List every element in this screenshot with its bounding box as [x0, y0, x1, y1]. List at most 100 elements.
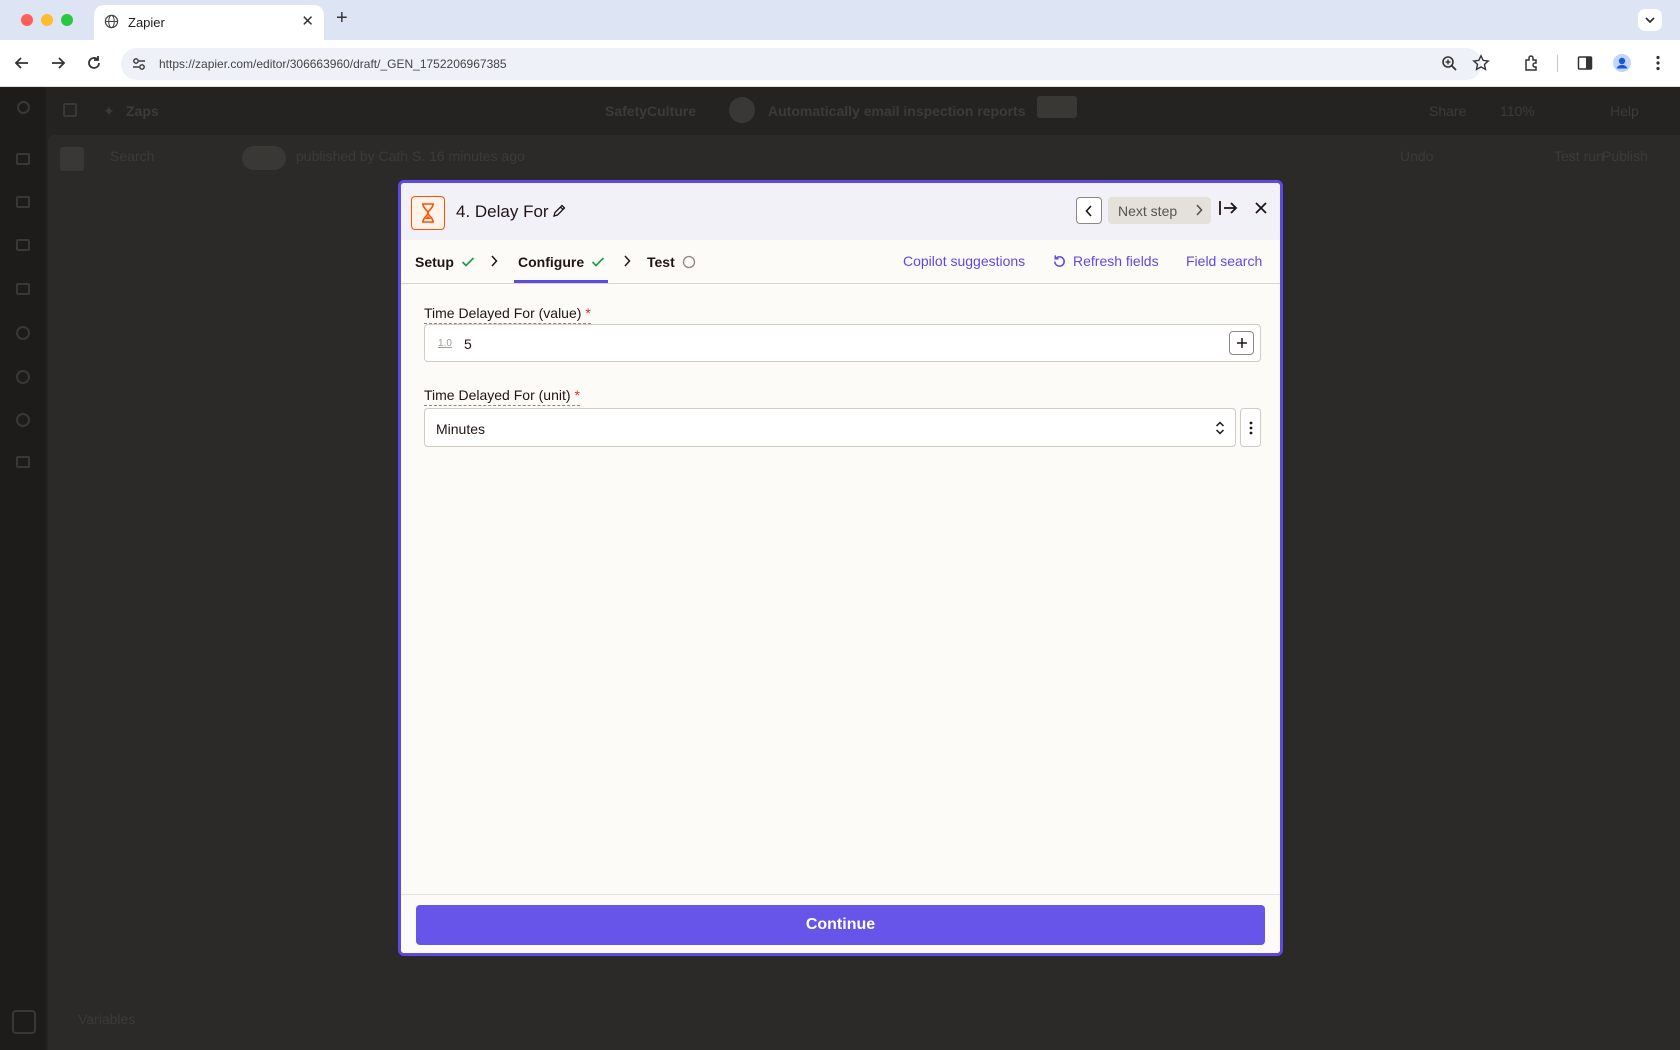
modal-header: 4. Delay For Next step: [401, 183, 1280, 240]
close-window-icon[interactable]: [21, 14, 33, 26]
tab-setup[interactable]: Setup: [415, 240, 475, 283]
nav-zaps-label: Zaps: [126, 103, 159, 119]
test-run-button: Test run: [1554, 148, 1604, 164]
unit-field-label-text: Time Delayed For (unit): [424, 387, 571, 403]
check-icon: [592, 256, 605, 267]
zoom-level: 110%: [1500, 103, 1535, 119]
value-field-label: Time Delayed For (value) *: [424, 305, 591, 324]
unit-field-label: Time Delayed For (unit) *: [424, 387, 580, 406]
globe-icon: [104, 14, 119, 34]
tab-test[interactable]: Test: [647, 240, 696, 283]
chevron-left-icon: [1085, 204, 1092, 217]
browser-tab[interactable]: Zapier ✕: [94, 5, 324, 40]
forward-icon[interactable]: [47, 52, 69, 74]
back-icon[interactable]: [11, 52, 33, 74]
refresh-icon[interactable]: [1052, 254, 1067, 274]
insert-data-button[interactable]: [1229, 331, 1254, 355]
site-settings-icon[interactable]: [131, 56, 147, 77]
undo-button: Undo: [1400, 148, 1434, 164]
account-nav-icon: [12, 1010, 36, 1034]
next-step-button[interactable]: Next step: [1108, 197, 1211, 224]
help-button: Help: [1610, 103, 1639, 119]
variables-button: Variables: [78, 1011, 136, 1027]
apps-nav-icon: [16, 370, 30, 384]
time-delay-value: 5: [464, 336, 472, 352]
hourglass-icon: [411, 196, 445, 230]
continue-button[interactable]: Continue: [416, 905, 1265, 945]
safetyculture-app-icon: [729, 97, 755, 123]
reload-icon[interactable]: [83, 52, 105, 74]
previous-step-button[interactable]: [1076, 197, 1102, 224]
left-nav-rail: [0, 87, 46, 1050]
address-bar[interactable]: https://zapier.com/editor/306663960/draf…: [121, 48, 1482, 80]
check-icon: [461, 256, 474, 267]
active-tab-indicator: [514, 280, 608, 283]
draft-badge: [1037, 96, 1077, 118]
up-down-chevron-icon: [1215, 421, 1225, 435]
zap-bolt-icon: ✦: [103, 103, 115, 119]
time-delay-value-input[interactable]: 1.0 5: [424, 324, 1261, 362]
discover-nav-icon: [16, 413, 30, 427]
new-tab-icon[interactable]: +: [336, 7, 348, 30]
tables-nav-icon: [16, 196, 30, 208]
pending-circle-icon: [682, 255, 695, 268]
breadcrumb-app: SafetyCulture: [605, 103, 697, 119]
chevron-right-icon: [1196, 204, 1203, 216]
zoom-window-icon[interactable]: [61, 14, 73, 26]
step-tabs: Setup Configure Test Copilot suggestions…: [401, 240, 1280, 284]
canvas-toggle-icon: [60, 147, 84, 171]
browser-menu-icon[interactable]: [1647, 52, 1669, 74]
time-delay-unit-select[interactable]: Minutes: [424, 408, 1236, 447]
tab-configure[interactable]: Configure: [518, 240, 605, 283]
tab-test-label: Test: [647, 253, 675, 270]
zoom-icon[interactable]: [1438, 52, 1460, 74]
history-nav-icon: [16, 326, 30, 340]
close-tab-icon[interactable]: ✕: [301, 12, 314, 30]
profile-avatar-icon[interactable]: [1611, 52, 1633, 74]
tab-search-button[interactable]: [1638, 9, 1662, 31]
zaps-nav-icon: [16, 153, 30, 165]
copilot-suggestions-link[interactable]: Copilot suggestions: [903, 253, 1025, 269]
step-title: 4. Delay For: [456, 202, 549, 221]
home-nav-icon: [16, 456, 30, 468]
interfaces-nav-icon: [16, 239, 30, 251]
browser-tab-title: Zapier: [128, 15, 165, 30]
publish-button: Publish: [1602, 148, 1648, 164]
refresh-fields-link[interactable]: Refresh fields: [1073, 253, 1159, 269]
kebab-menu-icon: [1249, 421, 1252, 434]
close-modal-icon[interactable]: [1254, 201, 1268, 220]
pencil-icon[interactable]: [552, 204, 566, 223]
chatbots-nav-icon: [16, 283, 30, 295]
tab-configure-label: Configure: [518, 253, 585, 270]
breadcrumb-zap-name: Automatically email inspection reports: [768, 103, 1026, 119]
minimize-window-icon[interactable]: [41, 14, 53, 26]
toolbar-divider: [1557, 55, 1558, 72]
extensions-icon[interactable]: [1521, 52, 1543, 74]
browser-toolbar: https://zapier.com/editor/306663960/draf…: [0, 40, 1680, 87]
required-marker: *: [574, 387, 580, 403]
field-search-link[interactable]: Field search: [1186, 253, 1262, 269]
apps-grid-icon: [63, 103, 77, 117]
step-editor-modal: 4. Delay For Next step Setup Configure T…: [398, 180, 1283, 956]
canvas-search: Search: [110, 148, 155, 164]
url-text: https://zapier.com/editor/306663960/draf…: [159, 57, 507, 71]
required-marker: *: [585, 305, 591, 321]
chevron-right-icon: [624, 255, 631, 267]
time-delay-unit: Minutes: [436, 421, 486, 437]
value-field-label-text: Time Delayed For (value): [424, 305, 582, 321]
number-type-icon: 1.0: [438, 338, 452, 349]
published-by: published by Cath S. 16 minutes ago: [296, 148, 525, 164]
share-button: Share: [1429, 103, 1467, 119]
plus-icon: [1236, 338, 1247, 348]
zapier-logo-icon: [17, 101, 30, 114]
modal-footer: Continue: [401, 894, 1280, 953]
browser-tabstrip: Zapier ✕ +: [0, 0, 1680, 40]
field-options-button[interactable]: [1240, 408, 1261, 447]
chevron-right-icon: [491, 255, 498, 267]
zap-toggle: [242, 146, 286, 170]
next-step-label: Next step: [1118, 203, 1178, 219]
side-panel-icon[interactable]: [1574, 52, 1596, 74]
bookmark-star-icon[interactable]: [1470, 52, 1492, 74]
tab-setup-label: Setup: [415, 253, 454, 270]
expand-panel-icon[interactable]: [1218, 200, 1238, 221]
